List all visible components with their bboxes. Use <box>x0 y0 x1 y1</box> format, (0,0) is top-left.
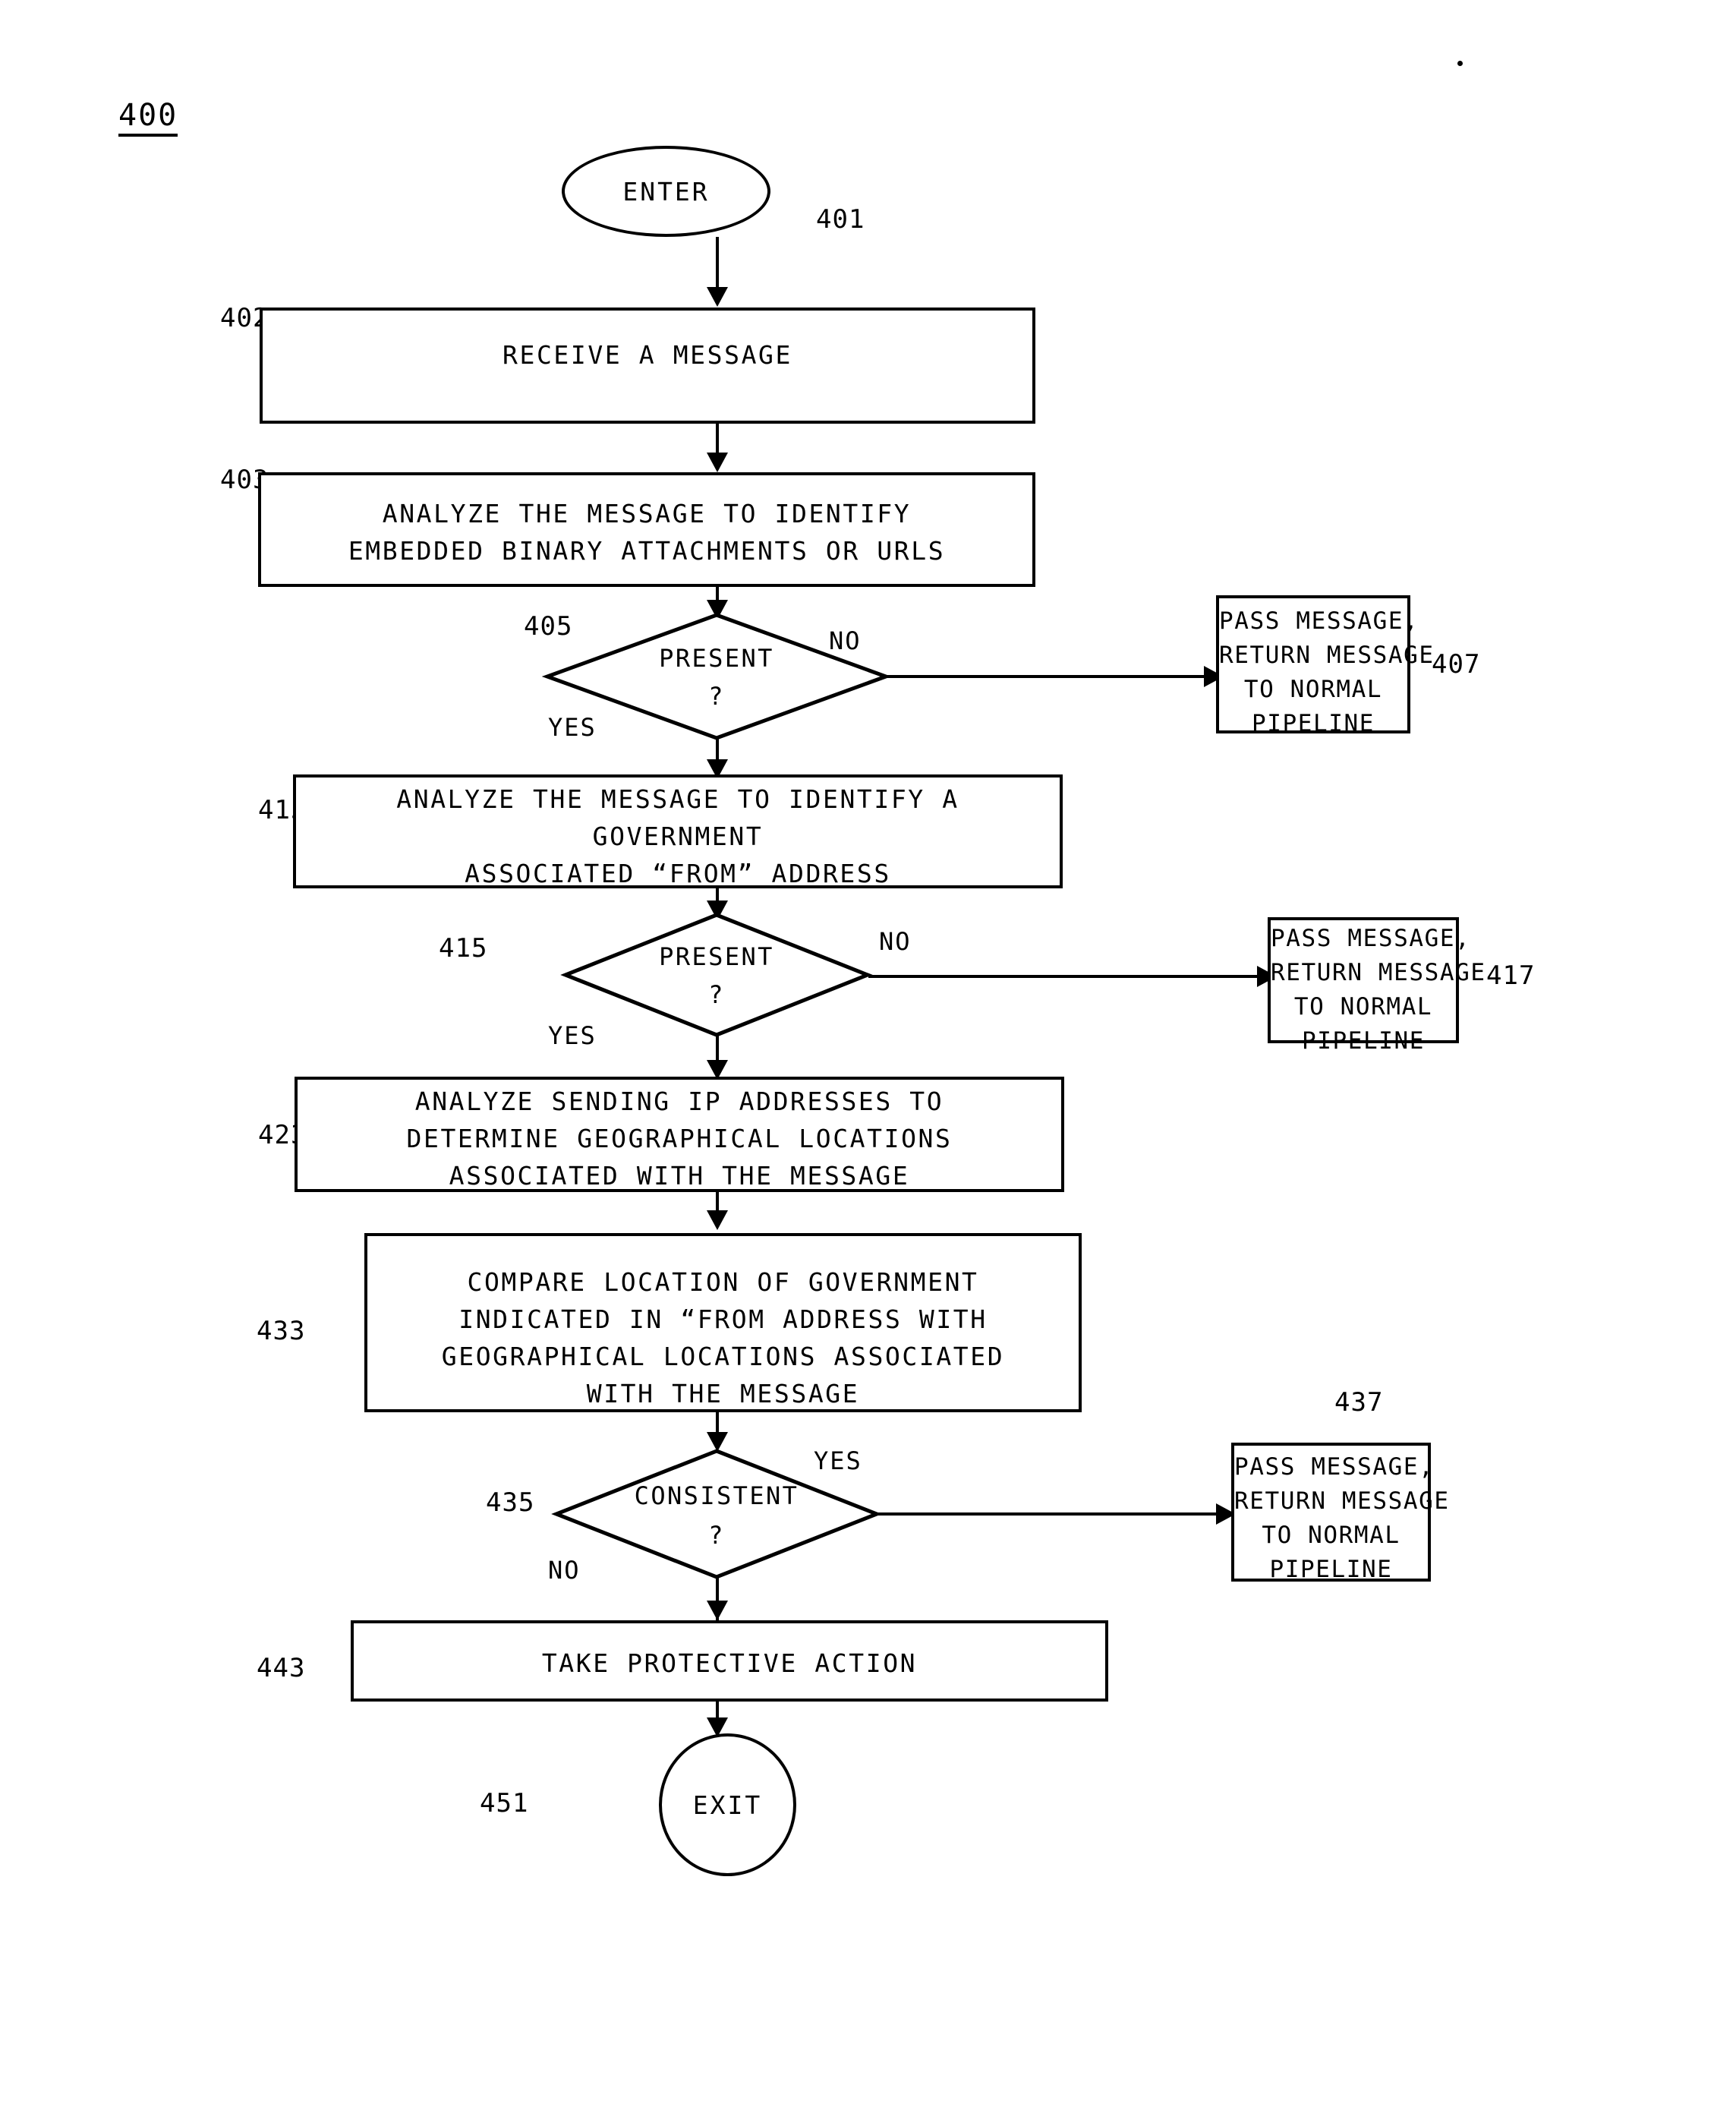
ref-numeral-415: 415 <box>439 933 488 964</box>
text-line: EMBEDDED BINARY ATTACHMENTS OR URLS <box>348 536 946 566</box>
text-line: TO NORMAL <box>1262 1522 1400 1549</box>
text-line: DETERMINE GEOGRAPHICAL LOCATIONS <box>406 1124 953 1153</box>
ref-numeral-443: 443 <box>257 1653 306 1683</box>
process-box-analyze-attachments-text: ANALYZE THE MESSAGE TO IDENTIFY EMBEDDED… <box>261 495 1032 569</box>
text-line: ANALYZE SENDING IP ADDRESSES TO <box>414 1087 944 1116</box>
text-line: TO NORMAL <box>1293 993 1433 1020</box>
text-line: RETURN MESSAGE <box>1234 1487 1450 1515</box>
process-box-pass-message-417: PASS MESSAGE, RETURN MESSAGE TO NORMAL P… <box>1268 917 1485 1055</box>
text-line: ASSOCIATED “FROM” ADDRESS <box>465 859 891 888</box>
branch-label-no-435: NO <box>548 1556 581 1585</box>
terminator-exit: EXIT <box>659 1733 796 1876</box>
ref-numeral-407: 407 <box>1432 649 1481 680</box>
branch-label-yes-405: YES <box>548 713 597 742</box>
text-line: ASSOCIATED WITH THE MESSAGE <box>449 1161 910 1191</box>
process-box-analyze-ip: ANALYZE SENDING IP ADDRESSES TO DETERMIN… <box>295 1077 1064 1192</box>
text-line: ANALYZE THE MESSAGE TO IDENTIFY <box>382 499 912 528</box>
process-box-analyze-attachments: ANALYZE THE MESSAGE TO IDENTIFY EMBEDDED… <box>258 472 1035 587</box>
text-line: COMPARE LOCATION OF GOVERNMENT <box>467 1267 979 1297</box>
text-line: PIPELINE <box>1301 1027 1426 1055</box>
process-box-analyze-from-address-text: ANALYZE THE MESSAGE TO IDENTIFY A GOVERN… <box>296 781 1060 892</box>
text-line: ANALYZE THE MESSAGE TO IDENTIFY A <box>396 784 959 814</box>
text-line: TAKE PROTECTIVE ACTION <box>541 1648 918 1678</box>
text-line: GOVERNMENT <box>592 822 764 851</box>
connector-415-no-to-417 <box>868 975 1262 978</box>
process-box-compare-location-text: COMPARE LOCATION OF GOVERNMENT INDICATED… <box>367 1263 1079 1412</box>
terminator-enter: ENTER <box>562 146 770 237</box>
text-line: PIPELINE <box>1251 710 1375 737</box>
terminator-exit-label: EXIT <box>692 1790 763 1820</box>
decision-diamond-present-2: PRESENT ? <box>560 913 873 1037</box>
patent-figure-page: 400 ENTER 401 402 RECEIVE A MESSAGE 403 … <box>0 0 1736 2107</box>
text-line: TO NORMAL <box>1243 676 1383 703</box>
ref-numeral-435: 435 <box>486 1487 535 1518</box>
branch-label-no-415: NO <box>879 927 912 956</box>
ref-numeral-433: 433 <box>257 1316 306 1346</box>
text-line: GEOGRAPHICAL LOCATIONS ASSOCIATED <box>441 1342 1005 1371</box>
process-box-pass-message-437: PASS MESSAGE, RETURN MESSAGE TO NORMAL P… <box>1231 1443 1448 1583</box>
branch-label-yes-415: YES <box>548 1021 597 1050</box>
process-box-receive-message: RECEIVE A MESSAGE <box>260 308 1035 424</box>
process-box-pass-message-407-text: PASS MESSAGE, RETURN MESSAGE TO NORMAL P… <box>1219 604 1435 741</box>
ref-numeral-417: 417 <box>1486 960 1536 991</box>
connector-405-no-to-407 <box>886 675 1208 678</box>
text-line: RECEIVE A MESSAGE <box>503 340 792 370</box>
process-box-analyze-ip-text: ANALYZE SENDING IP ADDRESSES TO DETERMIN… <box>298 1083 1061 1194</box>
terminator-enter-label: ENTER <box>622 176 710 207</box>
ref-numeral-437: 437 <box>1334 1387 1384 1418</box>
text-line: INDICATED IN “FROM ADDRESS WITH <box>458 1304 988 1334</box>
branch-label-no-405: NO <box>829 626 862 655</box>
ref-numeral-451: 451 <box>480 1788 529 1818</box>
connector-enter-to-402 <box>716 237 719 289</box>
arrowhead-402-to-403 <box>707 453 728 472</box>
text-line: RETURN MESSAGE <box>1271 959 1486 986</box>
connector-435-yes-to-437 <box>877 1512 1221 1516</box>
text-line: PASS MESSAGE, <box>1234 1453 1435 1481</box>
process-box-pass-message-407: PASS MESSAGE, RETURN MESSAGE TO NORMAL P… <box>1216 595 1433 737</box>
arrowhead-435-to-443 <box>707 1601 728 1620</box>
ref-numeral-401: 401 <box>816 204 865 235</box>
process-box-pass-message-437-text: PASS MESSAGE, RETURN MESSAGE TO NORMAL P… <box>1234 1450 1450 1587</box>
text-line: PASS MESSAGE, <box>1271 925 1471 952</box>
text-line: PASS MESSAGE, <box>1219 607 1419 635</box>
arrowhead-enter-to-402 <box>707 287 728 307</box>
process-box-protective-action: TAKE PROTECTIVE ACTION <box>351 1620 1108 1702</box>
process-box-compare-location: COMPARE LOCATION OF GOVERNMENT INDICATED… <box>364 1233 1082 1412</box>
arrowhead-423-to-433 <box>707 1210 728 1230</box>
figure-number: 400 <box>118 100 178 137</box>
text-line: RETURN MESSAGE <box>1219 642 1435 669</box>
process-box-analyze-from-address: ANALYZE THE MESSAGE TO IDENTIFY A GOVERN… <box>293 774 1063 888</box>
text-line: PIPELINE <box>1269 1556 1393 1583</box>
process-box-protective-action-text: TAKE PROTECTIVE ACTION <box>354 1645 1105 1682</box>
page-speck <box>1457 61 1463 66</box>
process-box-receive-message-text: RECEIVE A MESSAGE <box>263 336 1032 374</box>
process-box-pass-message-417-text: PASS MESSAGE, RETURN MESSAGE TO NORMAL P… <box>1271 922 1486 1058</box>
text-line: WITH THE MESSAGE <box>586 1379 860 1408</box>
connector-402-to-403 <box>716 424 719 454</box>
branch-label-yes-435: YES <box>814 1446 862 1475</box>
